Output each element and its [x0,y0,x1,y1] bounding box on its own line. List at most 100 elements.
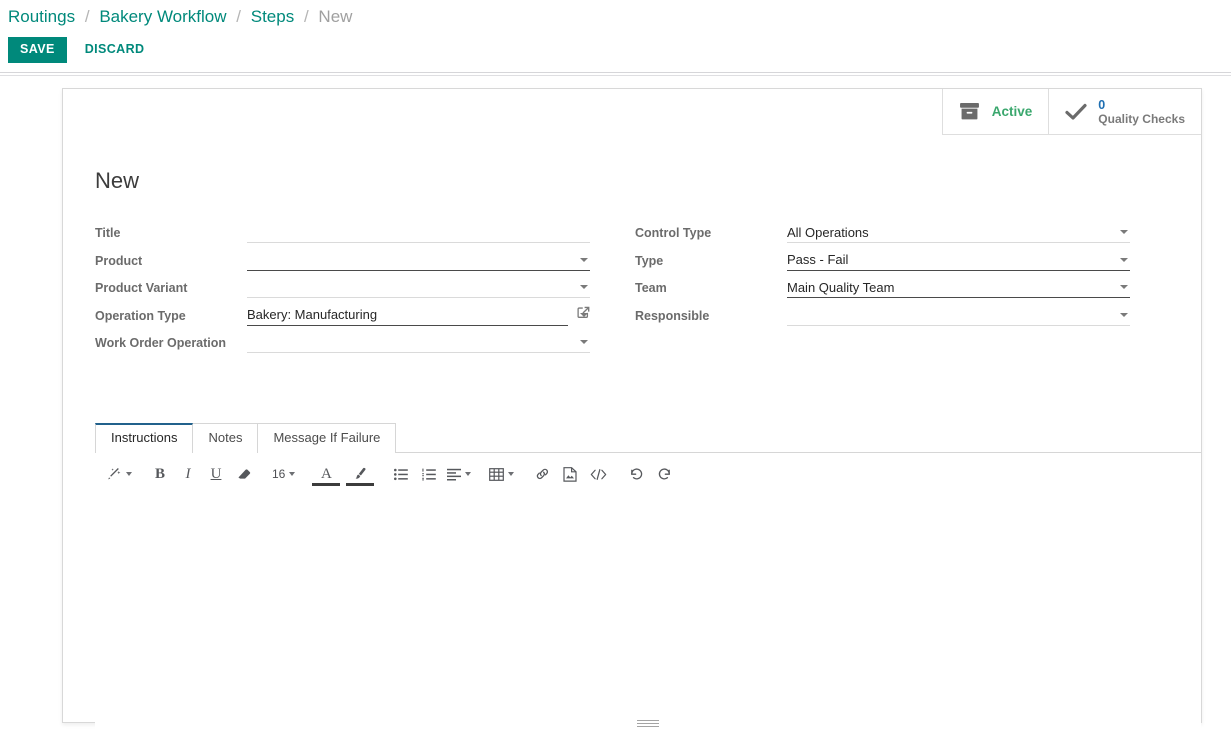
tab-instructions[interactable]: Instructions [95,423,194,454]
breadcrumb: Routings / Bakery Workflow / Steps / New [8,4,352,30]
tab-notes[interactable]: Notes [192,423,259,453]
form-view-container: Active 0 Quality Checks New Title Produc… [0,77,1231,729]
html-editor: B I U 16 A [95,453,1201,729]
table-icon[interactable] [485,462,518,486]
control-type-input[interactable] [787,222,1130,243]
field-control-responsible [787,304,1130,326]
field-label-responsible: Responsible [635,308,710,323]
breadcrumb-separator: / [303,7,309,26]
save-button[interactable]: SAVE [8,37,67,63]
stat-button-active[interactable]: Active [941,89,1049,134]
discard-button[interactable]: DISCARD [77,37,153,63]
font-size-value: 16 [272,467,286,481]
bold-button[interactable]: B [146,462,174,486]
unordered-list-icon[interactable] [387,462,415,486]
field-row-title: Title [95,222,590,250]
check-icon [1063,103,1089,121]
field-control-control-type [787,222,1130,243]
font-color-icon[interactable]: A [309,462,343,486]
title-input[interactable] [247,222,590,243]
font-color-swatch [312,483,341,486]
form-group-left: Title Product Product Variant Operation … [95,222,590,360]
field-row-responsible: Responsible [635,304,1130,333]
responsible-input[interactable] [787,304,1130,326]
background-color-icon[interactable] [343,462,377,486]
page-title: New [95,168,140,193]
sheet-body: New Title Product Product Variant Operat… [63,135,1201,729]
editor-toolbar: B I U 16 A [95,453,1201,491]
field-label-control-type: Control Type [635,226,712,240]
undo-icon[interactable] [622,462,650,486]
field-row-product: Product [95,249,590,278]
field-row-operation-type: Operation Type [95,304,590,333]
resize-line [637,723,659,724]
breadcrumb-item-new: New [318,7,353,26]
field-row-control-type: Control Type [635,222,1130,250]
field-control-team [787,277,1130,298]
field-control-type [787,249,1130,271]
ordered-list-icon[interactable] [415,462,443,486]
field-row-type: Type [635,249,1130,278]
resize-line [637,726,659,727]
chevron-down-icon [465,472,472,476]
form-sheet: Active 0 Quality Checks New Title Produc… [62,88,1202,729]
stat-button-quality-checks-value: 0 [1098,97,1106,112]
type-input[interactable] [787,249,1130,271]
field-row-product-variant: Product Variant [95,277,590,305]
image-icon[interactable] [556,462,584,486]
stat-button-box: Active 0 Quality Checks [941,89,1201,135]
archive-box-icon [957,103,983,120]
control-panel: Routings / Bakery Workflow / Steps / New… [0,0,1231,76]
tab-message-if-failure[interactable]: Message If Failure [257,423,397,453]
field-control-product-variant [247,277,590,298]
product-variant-input[interactable] [247,277,590,298]
form-action-buttons: SAVE DISCARD [8,37,152,63]
breadcrumb-separator: / [236,7,241,26]
font-size-select[interactable]: 16 [268,462,299,486]
code-icon[interactable] [584,462,612,486]
style-wand-icon[interactable] [103,462,136,486]
form-group-right: Control Type Type Team [635,222,1130,332]
stat-button-active-text: Active [991,103,1033,119]
stat-button-quality-checks-text: 0 Quality Checks [1098,98,1185,126]
chevron-down-icon [126,472,132,476]
link-icon[interactable] [528,462,556,486]
team-input[interactable] [787,277,1130,298]
redo-icon[interactable] [650,462,678,486]
field-control-product [247,249,590,271]
breadcrumb-item-routings[interactable]: Routings [8,7,75,26]
field-control-work-order-operation [247,332,590,353]
operation-type-input[interactable] [247,304,568,326]
field-label-operation-type: Operation Type [95,308,186,323]
italic-button[interactable]: I [174,462,202,486]
background-color-swatch [346,483,375,486]
editor-content-area[interactable] [95,491,1201,729]
stat-button-quality-checks-label: Quality Checks [1098,111,1185,126]
breadcrumb-item-bakery-workflow[interactable]: Bakery Workflow [99,7,226,26]
underline-button[interactable]: U [202,462,230,486]
breadcrumb-separator: / [84,7,90,26]
chevron-down-icon [508,472,515,476]
notebook-tab-strip: Instructions Notes Message If Failure [95,422,1201,454]
resize-line [637,720,659,721]
notebook: Instructions Notes Message If Failure B … [95,422,1201,729]
breadcrumb-item-steps[interactable]: Steps [251,7,294,26]
work-order-operation-input[interactable] [247,332,590,353]
field-control-title [247,222,590,243]
field-label-work-order-operation: Work Order Operation [95,336,227,350]
align-icon[interactable] [443,462,475,486]
field-row-team: Team [635,277,1130,305]
field-label-title: Title [95,226,121,240]
product-input[interactable] [247,249,590,271]
chevron-down-icon [289,472,296,476]
stat-button-active-label: Active [991,103,1033,119]
remove-format-icon[interactable] [230,462,258,486]
field-label-product-variant: Product Variant [95,281,188,295]
field-row-work-order-operation: Work Order Operation [95,332,590,360]
stat-button-quality-checks[interactable]: 0 Quality Checks [1048,89,1201,134]
field-label-product: Product [95,253,143,268]
external-link-icon[interactable] [577,306,590,319]
field-label-type: Type [635,253,664,268]
field-control-operation-type [247,304,590,326]
editor-resize-handle[interactable] [637,720,659,729]
